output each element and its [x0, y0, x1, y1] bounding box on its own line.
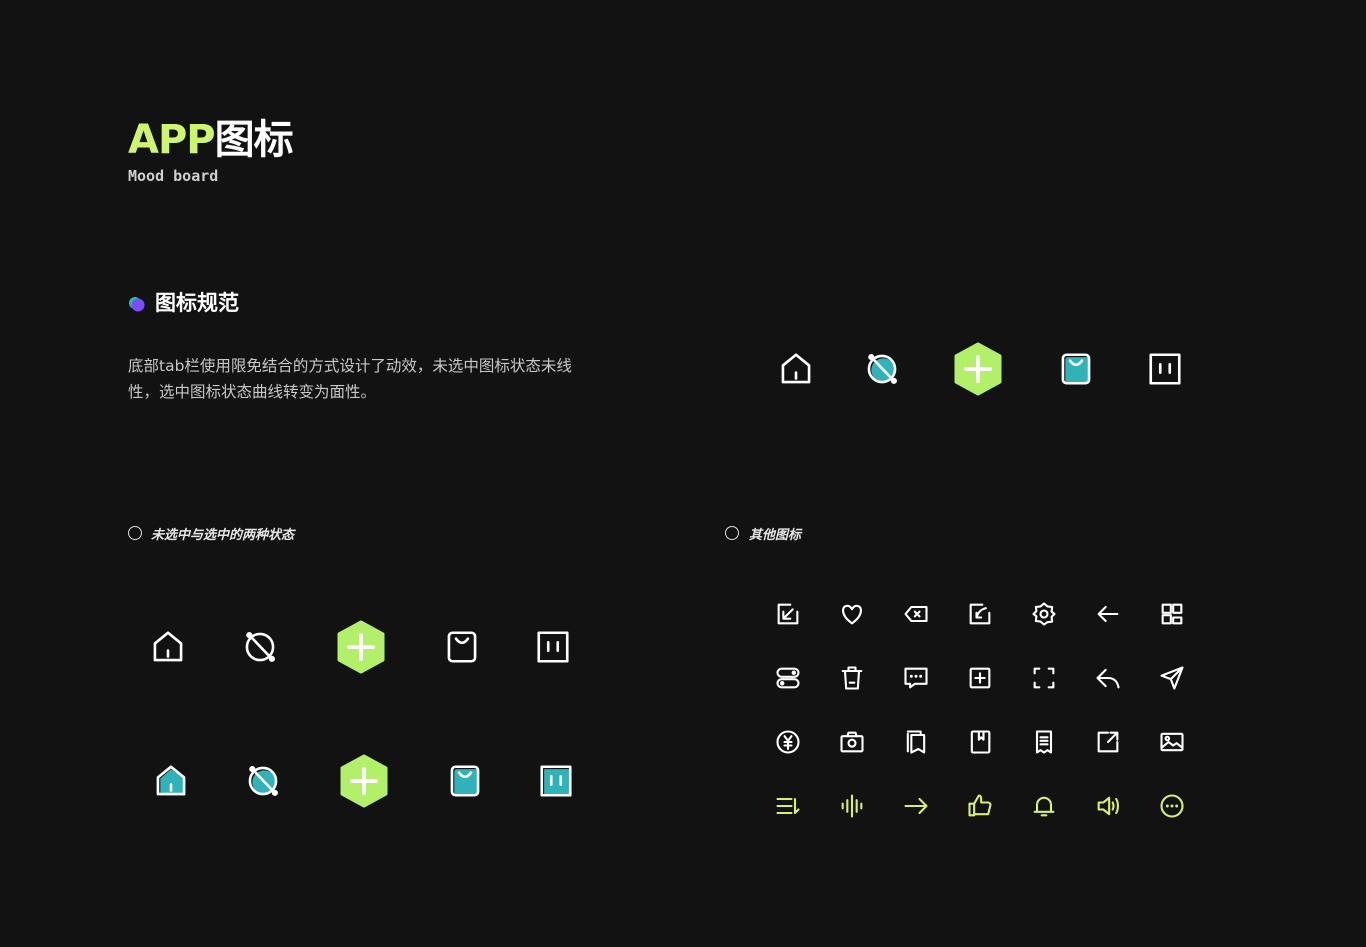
bag-teal-icon	[446, 762, 484, 804]
import-curve-icon	[966, 600, 994, 632]
arrow-left-icon	[1094, 600, 1122, 632]
bag-outline-icon	[443, 628, 481, 670]
thumbs-up-icon	[966, 792, 994, 824]
board-outline-icon	[534, 628, 572, 670]
sort-icon	[774, 792, 802, 824]
grid-icon	[1158, 600, 1186, 632]
plus-hexagon-icon	[953, 342, 1003, 400]
board-outline-icon	[1146, 350, 1184, 392]
bag-teal-icon	[1057, 350, 1095, 392]
radio-bullet-icon	[128, 526, 142, 540]
image-icon	[1158, 728, 1186, 760]
camera-icon	[838, 728, 866, 760]
section-title: 图标规范	[155, 291, 239, 315]
backspace-icon	[902, 600, 930, 632]
volume-icon	[1094, 792, 1122, 824]
import-icon	[774, 600, 802, 632]
arrow-right-icon	[902, 792, 930, 824]
bell-icon	[1030, 792, 1058, 824]
send-icon	[1158, 664, 1186, 696]
subtitle: Mood board	[128, 167, 219, 185]
share-icon	[1094, 728, 1122, 760]
states-label: 未选中与选中的两种状态	[151, 528, 295, 543]
settings-icon	[1030, 600, 1058, 632]
others-label: 其他图标	[749, 528, 802, 543]
planet-outline-icon	[241, 628, 279, 670]
yuan-icon	[774, 728, 802, 760]
add-square-icon	[966, 664, 994, 696]
trash-icon	[838, 664, 866, 696]
planet-teal-icon	[244, 762, 282, 804]
board-teal-icon	[537, 762, 575, 804]
reply-icon	[1094, 664, 1122, 696]
title-en: APP	[128, 117, 216, 163]
plus-hexagon-icon	[336, 620, 386, 678]
heart-icon	[838, 600, 866, 632]
radio-bullet-icon	[725, 526, 739, 540]
voice-icon	[838, 792, 866, 824]
section-bullet-icon	[129, 297, 145, 312]
planet-teal-icon	[863, 350, 901, 392]
plus-hexagon-icon	[339, 754, 389, 812]
title-cn: 图标	[214, 117, 294, 163]
book-icon	[966, 728, 994, 760]
section-description: 底部tab栏使用限免结合的方式设计了动效，未选中图标状态未线性，选中图标状态曲线…	[128, 357, 572, 401]
comment-icon	[902, 664, 930, 696]
home-teal-icon	[152, 762, 190, 804]
toggle-icon	[774, 664, 802, 696]
more-icon	[1158, 792, 1186, 824]
home-outline-icon	[777, 350, 815, 392]
home-outline-icon	[149, 628, 187, 670]
page-title: APP图标	[128, 116, 294, 164]
bookmarks-icon	[902, 728, 930, 760]
receipt-icon	[1030, 728, 1058, 760]
scan-icon	[1030, 664, 1058, 696]
